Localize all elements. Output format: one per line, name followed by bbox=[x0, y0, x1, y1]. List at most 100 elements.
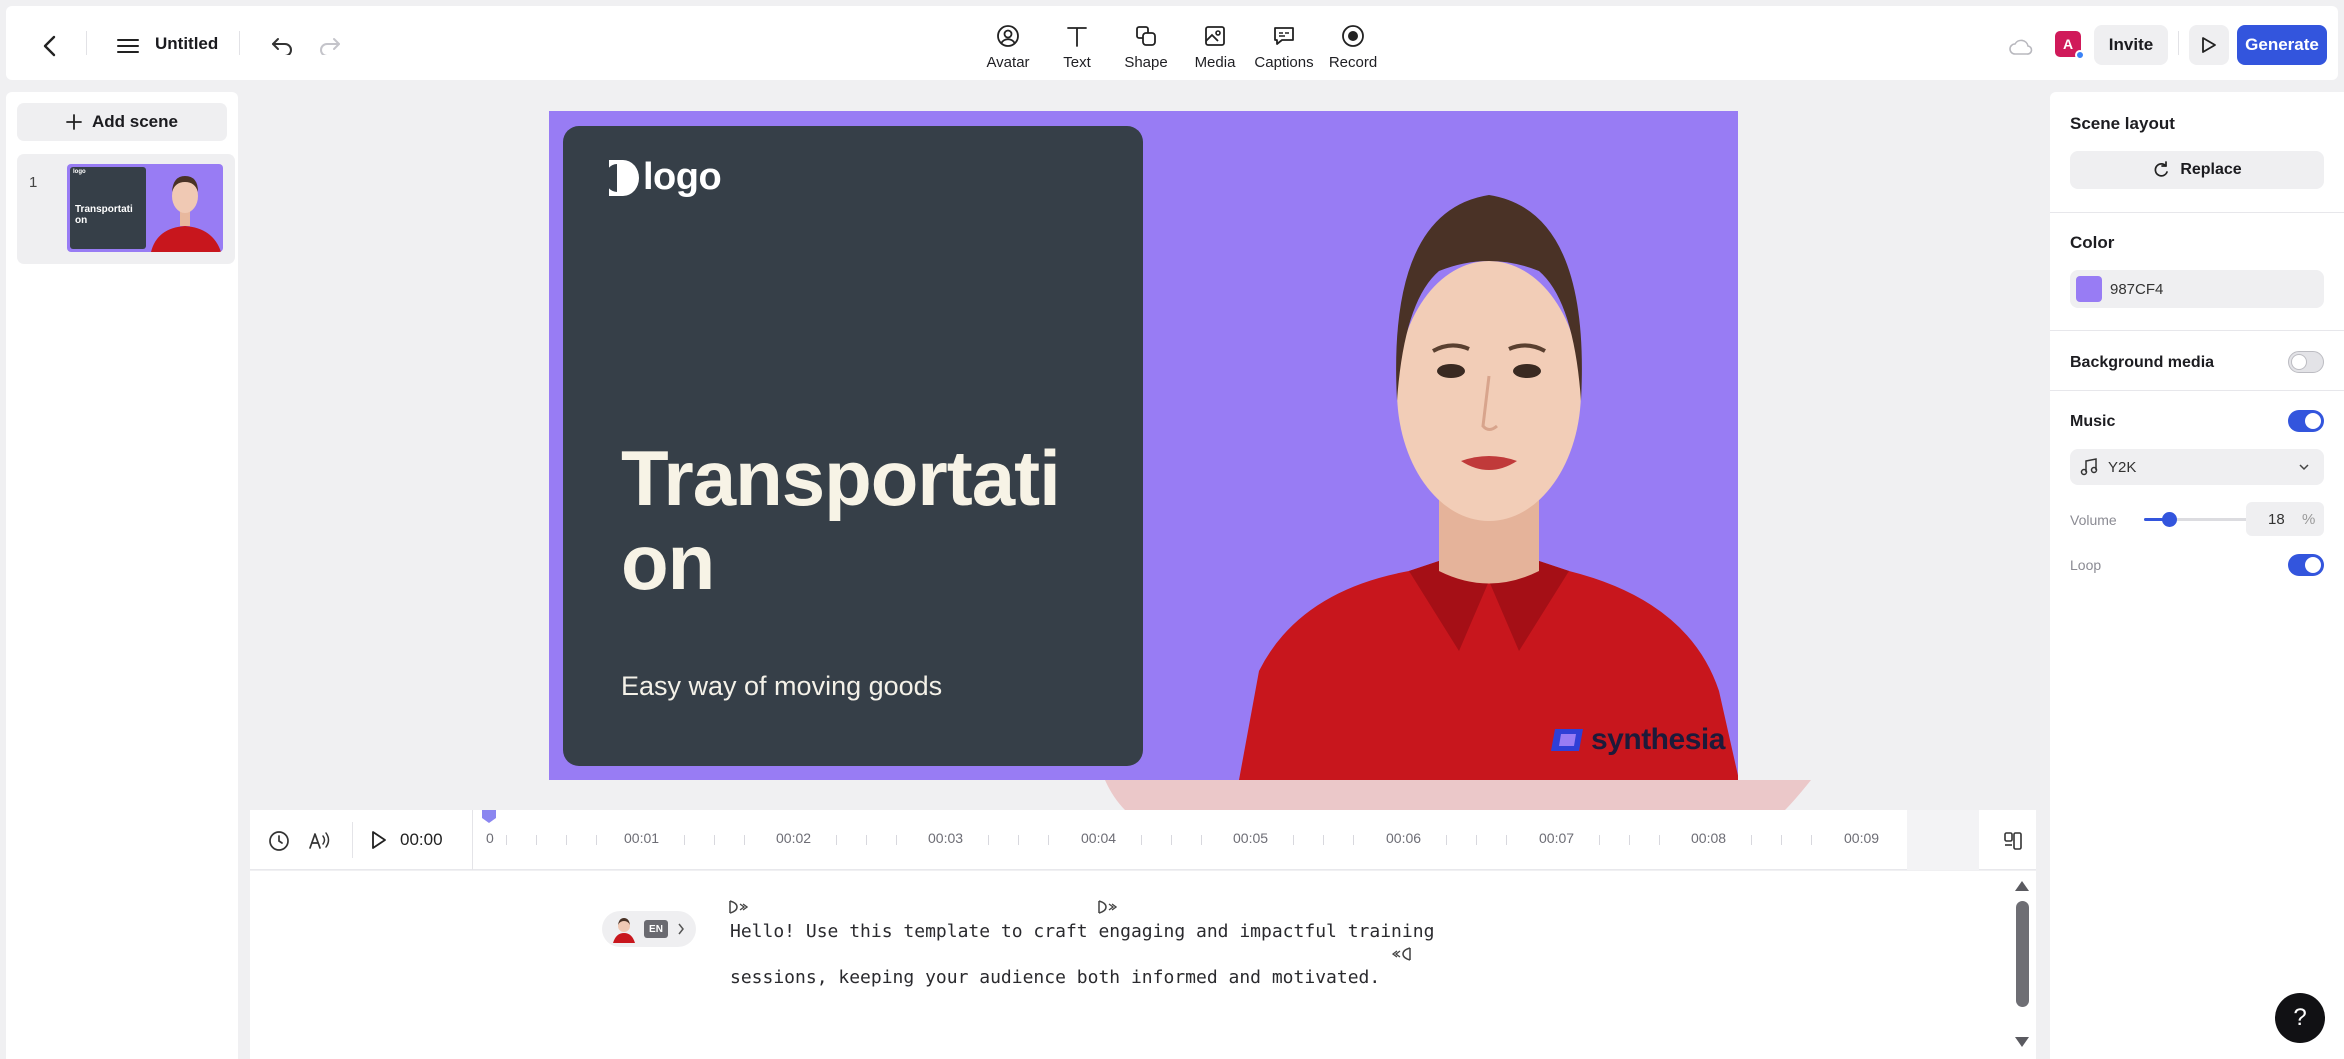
properties-panel: Scene layout Replace Color 987CF4 Backgr… bbox=[2050, 92, 2344, 1059]
minor-tick bbox=[1048, 835, 1049, 845]
logo-text: logo bbox=[643, 156, 721, 199]
slide-title[interactable]: Transportati on bbox=[621, 436, 1141, 604]
scenes-panel: Add scene 1 logo Transportati on bbox=[6, 92, 238, 1059]
tick-label: 00:02 bbox=[776, 830, 811, 846]
minor-tick bbox=[1293, 835, 1294, 845]
add-scene-button[interactable]: Add scene bbox=[17, 103, 227, 141]
timeline-layout-icon[interactable] bbox=[2002, 830, 2024, 852]
tool-record-button[interactable]: Record bbox=[1318, 18, 1388, 74]
tool-shape-button[interactable]: Shape bbox=[1111, 18, 1181, 74]
tick-label: 00:04 bbox=[1081, 830, 1116, 846]
scroll-up-icon[interactable] bbox=[2013, 879, 2031, 893]
tool-label: Captions bbox=[1254, 54, 1313, 71]
captions-icon bbox=[1272, 18, 1296, 48]
music-track-select[interactable]: Y2K bbox=[2070, 449, 2324, 485]
preview-play-button[interactable] bbox=[2189, 25, 2229, 65]
minor-tick bbox=[896, 835, 897, 845]
color-heading: Color bbox=[2070, 233, 2114, 253]
media-icon bbox=[1203, 18, 1227, 48]
slide-subtitle[interactable]: Easy way of moving goods bbox=[621, 671, 942, 702]
background-media-label: Background media bbox=[2070, 354, 2214, 372]
scene-card[interactable]: 1 logo Transportati on bbox=[17, 154, 235, 264]
brand-text: synthesia bbox=[1591, 723, 1725, 757]
back-icon[interactable] bbox=[32, 28, 68, 64]
voice-marker-icon[interactable] bbox=[1097, 899, 1117, 915]
tool-text-button[interactable]: Text bbox=[1042, 18, 1112, 74]
minor-tick bbox=[1506, 835, 1507, 845]
color-field[interactable]: 987CF4 bbox=[2070, 270, 2324, 308]
volume-unit: % bbox=[2302, 511, 2315, 528]
slide-canvas[interactable]: logo Transportati on Easy way of moving … bbox=[549, 111, 1738, 780]
background-media-toggle[interactable] bbox=[2288, 351, 2324, 373]
help-button[interactable]: ? bbox=[2275, 993, 2325, 1043]
volume-label: Volume bbox=[2070, 512, 2117, 528]
voice-end-marker-icon[interactable] bbox=[1392, 946, 1412, 962]
document-title[interactable]: Untitled bbox=[155, 34, 218, 54]
minor-tick bbox=[1629, 835, 1630, 845]
scene-number: 1 bbox=[29, 174, 37, 191]
minor-tick bbox=[1751, 835, 1752, 845]
slide-logo[interactable]: logo bbox=[607, 156, 721, 199]
cloud-sync-icon bbox=[2006, 32, 2036, 62]
tool-label: Avatar bbox=[986, 54, 1029, 71]
avatar-icon bbox=[996, 18, 1020, 48]
volume-value[interactable]: 18 bbox=[2268, 511, 2285, 528]
online-status-dot bbox=[2075, 50, 2085, 60]
color-swatch[interactable] bbox=[2076, 276, 2102, 302]
scene-thumbnail[interactable]: logo Transportati on bbox=[67, 164, 223, 252]
redo-icon[interactable] bbox=[312, 28, 348, 64]
play-icon bbox=[2201, 36, 2217, 54]
volume-slider-thumb[interactable] bbox=[2162, 512, 2177, 527]
script-line[interactable]: sessions, keeping your audience both inf… bbox=[730, 967, 1380, 988]
tick-label: 00:09 bbox=[1844, 830, 1879, 846]
loop-toggle[interactable] bbox=[2288, 554, 2324, 576]
replace-layout-button[interactable]: Replace bbox=[2070, 151, 2324, 189]
replace-label: Replace bbox=[2180, 161, 2241, 179]
avatar-mini-icon bbox=[610, 915, 638, 943]
tool-avatar-button[interactable]: Avatar bbox=[973, 18, 1043, 74]
music-note-icon bbox=[2080, 458, 2098, 476]
title-card[interactable]: logo Transportati on Easy way of moving … bbox=[563, 126, 1143, 766]
generate-button[interactable]: Generate bbox=[2237, 25, 2327, 65]
scroll-down-icon[interactable] bbox=[2013, 1035, 2031, 1049]
timeline-time: 00:00 bbox=[400, 830, 443, 850]
minor-tick bbox=[684, 835, 685, 845]
music-toggle[interactable] bbox=[2288, 410, 2324, 432]
tick-label: 00:03 bbox=[928, 830, 963, 846]
voice-settings-icon[interactable] bbox=[308, 830, 332, 852]
invite-button[interactable]: Invite bbox=[2094, 25, 2168, 65]
thumb-logo: logo bbox=[73, 169, 86, 175]
avatar-image[interactable] bbox=[1239, 151, 1738, 780]
minor-tick bbox=[1171, 835, 1172, 845]
undo-icon[interactable] bbox=[264, 28, 300, 64]
minor-tick bbox=[1781, 835, 1782, 845]
minor-tick bbox=[836, 835, 837, 845]
tool-captions-button[interactable]: Captions bbox=[1249, 18, 1319, 74]
clock-icon[interactable] bbox=[268, 830, 290, 852]
tick-label: 00:07 bbox=[1539, 830, 1574, 846]
minor-tick bbox=[1476, 835, 1477, 845]
music-track-name: Y2K bbox=[2108, 459, 2136, 476]
script-editor[interactable]: EN Hello! Use this template to craft eng… bbox=[250, 871, 2036, 1059]
timeline-play-icon[interactable] bbox=[370, 830, 388, 850]
tick-label: 00:05 bbox=[1233, 830, 1268, 846]
add-scene-label: Add scene bbox=[92, 112, 178, 132]
color-hex-value[interactable]: 987CF4 bbox=[2110, 281, 2163, 298]
refresh-icon bbox=[2152, 161, 2170, 179]
music-label: Music bbox=[2070, 413, 2115, 431]
timeline-bar: 00:00 0 00:01 00:02 00:03 00:04 00:05 00… bbox=[250, 810, 2036, 870]
playhead-handle[interactable] bbox=[481, 810, 497, 824]
avatar-language-selector[interactable]: EN bbox=[602, 911, 696, 947]
minor-tick bbox=[744, 835, 745, 845]
minor-tick bbox=[866, 835, 867, 845]
script-line[interactable]: Hello! Use this template to craft engagi… bbox=[730, 921, 1434, 942]
menu-icon[interactable] bbox=[110, 28, 146, 64]
minor-tick bbox=[988, 835, 989, 845]
minor-tick bbox=[1811, 835, 1812, 845]
brand-logo[interactable]: synthesia bbox=[1549, 723, 1725, 757]
voice-marker-icon[interactable] bbox=[728, 899, 748, 915]
tool-media-button[interactable]: Media bbox=[1180, 18, 1250, 74]
volume-input[interactable]: 18 % bbox=[2246, 502, 2324, 536]
scrollbar-thumb[interactable] bbox=[2016, 901, 2029, 1007]
minor-tick bbox=[536, 835, 537, 845]
